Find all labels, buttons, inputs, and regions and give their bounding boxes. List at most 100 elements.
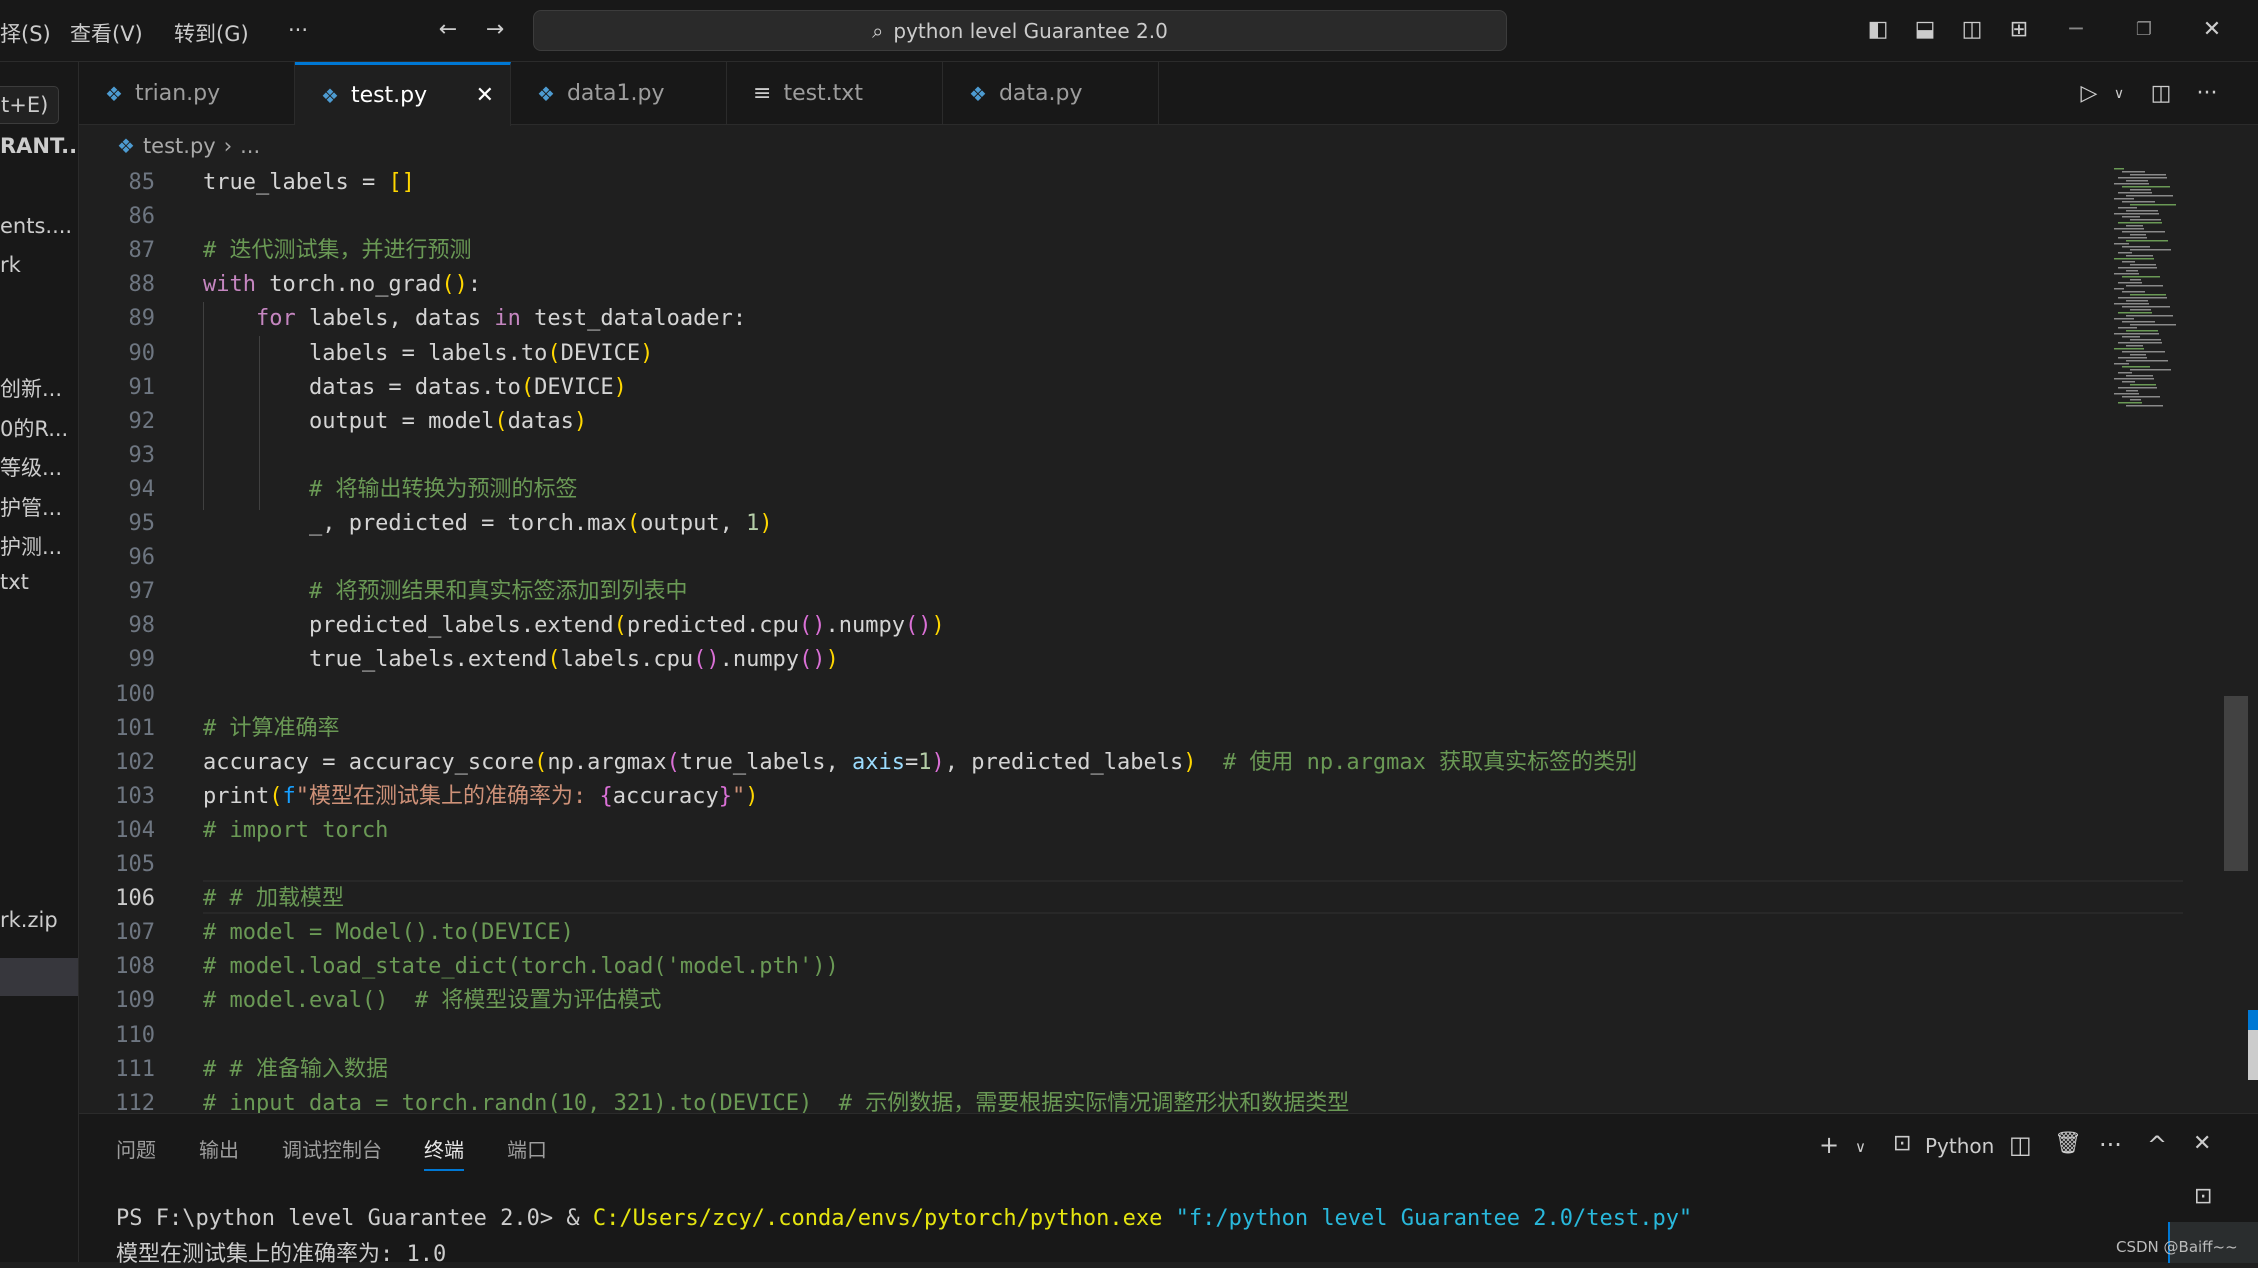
panel-tab-ports[interactable]: 端口 [507,1134,547,1163]
toggle-panel-icon[interactable]: ⬓ [1911,16,1939,44]
tab-trian-py[interactable]: ❖ trian.py [79,62,295,125]
code-line[interactable]: accuracy = accuracy_score(np.argmax(true… [203,746,1637,780]
sidebar-item[interactable]: 护管... [0,492,62,522]
code-line[interactable]: labels = labels.to(DEVICE) [203,337,653,371]
sidebar-item[interactable]: txt [0,570,29,594]
sidebar-item[interactable]: 创新... [0,373,62,403]
toggle-secondary-sidebar-icon[interactable]: ◫ [1958,16,1986,44]
code-line[interactable]: # 计算准确率 [203,712,340,746]
code-token: with [203,272,256,298]
terminal-command-line[interactable]: PS F:\python level Guarantee 2.0> & C:/U… [116,1206,1692,1231]
code-line[interactable]: # model.load_state_dict(torch.load('mode… [203,950,839,984]
tab-test-py[interactable]: ❖ test.py ✕ [295,62,511,126]
code-line[interactable]: # input_data = torch.randn(10, 321).to(D… [203,1087,1349,1113]
arrow-left-icon[interactable]: ← [434,16,462,44]
breadcrumb-file[interactable]: test.py [143,134,216,158]
code-token: () [693,647,720,673]
split-terminal-icon[interactable]: ◫ [2009,1131,2032,1159]
code-token: () [441,272,468,298]
chevron-down-icon[interactable]: ∨ [1855,1138,1866,1156]
code-line[interactable]: # # 准备输入数据 [203,1053,388,1087]
minimap-line [2122,171,2145,173]
code-line[interactable]: true_labels.extend(labels.cpu().numpy()) [203,643,839,677]
panel-tab-terminal[interactable]: 终端 [424,1134,464,1171]
code-line[interactable]: # # 加载模型 [203,882,344,916]
trash-icon[interactable]: 🗑 [2054,1131,2082,1156]
close-tab-icon[interactable]: ✕ [476,83,494,108]
sidebar-item[interactable]: rk.zip [0,908,58,932]
minimap-line [2122,396,2160,398]
minimize-icon[interactable]: ─ [2062,16,2090,44]
code-line[interactable]: # 迭代测试集，并进行预测 [203,234,472,268]
close-icon[interactable]: ✕ [2198,16,2226,44]
code-line[interactable]: with torch.no_grad(): [203,268,481,302]
menu-more[interactable]: ··· [288,18,308,42]
arrow-right-icon[interactable]: → [481,16,509,44]
code-token: # 将输出转换为预测的标签 [203,476,578,502]
code-token: { [599,783,613,809]
command-center-search[interactable]: ⌕ python level Guarantee 2.0 [533,10,1507,51]
minimap-line [2130,309,2151,311]
minimap-line [2130,204,2176,206]
tab-test-txt[interactable]: ≡ test.txt [727,62,943,125]
minimap-line [2122,231,2165,233]
minimap-line [2126,375,2153,377]
code-line[interactable]: # model = Model().to(DEVICE) [203,916,574,950]
panel-tab-problems[interactable]: 问题 [116,1134,156,1163]
sidebar-item[interactable]: 等级... [0,452,62,482]
new-terminal-icon[interactable]: + [1819,1131,1839,1159]
code-line[interactable]: for labels, datas in test_dataloader: [203,302,746,336]
panel-tab-output[interactable]: 输出 [199,1134,239,1163]
sidebar-item[interactable]: 护测... [0,531,62,561]
terminal-profile[interactable]: Python [1925,1134,1994,1158]
code-line[interactable]: # model.eval() # 将模型设置为评估模式 [203,984,661,1018]
code-line[interactable]: true_labels = [] [203,166,415,200]
customize-layout-icon[interactable]: ⊞ [2005,16,2033,44]
menu-view[interactable]: 查看(V) [70,18,143,48]
sidebar-selected-item[interactable] [0,958,78,996]
sidebar-item[interactable]: 0的R... [0,413,68,443]
code-token: () [799,613,826,639]
code-line[interactable]: _, predicted = torch.max(output, 1) [203,507,773,541]
sidebar-item[interactable]: rk [0,253,21,277]
chevron-down-icon[interactable]: ∨ [2105,80,2133,108]
panel-tab-debug-console[interactable]: 调试控制台 [282,1134,382,1163]
code-line[interactable]: predicted_labels.extend(predicted.cpu().… [203,609,945,643]
code-token: 1 [746,511,760,536]
code-editor[interactable]: 85 true_labels = [] 86 87 # 迭代测试集，并进行预测 88 wit… [79,166,2224,1113]
close-panel-icon[interactable]: ✕ [2193,1131,2211,1156]
sidebar-button[interactable]: t+E) [0,86,60,124]
split-editor-icon[interactable]: ◫ [2147,80,2175,108]
maximize-panel-icon[interactable]: ^ [2147,1131,2167,1159]
code-token: for [255,306,296,332]
menu-go[interactable]: 转到(G) [174,18,249,48]
code-token: : [467,272,482,298]
minimap[interactable] [2110,166,2224,416]
restore-icon[interactable]: ❐ [2130,16,2158,44]
more-actions-icon[interactable]: ··· [2193,80,2221,108]
code-line[interactable]: # 将输出转换为预测的标签 [203,473,578,507]
minimap-line [2126,270,2138,272]
line-number: 111 [115,1056,155,1082]
terminal-instance-icon[interactable]: ⊡ [2194,1184,2212,1209]
tab-data1-py[interactable]: ❖ data1.py [511,62,727,125]
toggle-sidebar-icon[interactable]: ◧ [1864,16,1892,44]
code-line[interactable]: print(f"模型在测试集上的准确率为: {accuracy}") [203,780,758,814]
sidebar-item[interactable]: ents.... [0,214,72,238]
text-file-icon: ≡ [753,81,772,106]
code-token: ) [931,613,945,639]
code-line[interactable]: # import torch [203,814,388,848]
code-line[interactable]: # 将预测结果和真实标签添加到列表中 [203,575,688,609]
editor-scrollbar[interactable] [2224,696,2248,871]
minimap-line [2118,237,2147,239]
breadcrumb-symbol[interactable]: ... [240,134,260,158]
code-line[interactable]: datas = datas.to(DEVICE) [203,371,627,405]
run-icon[interactable]: ▷ [2075,80,2103,108]
code-token: " [731,783,746,809]
menu-selection[interactable]: 择(S) [0,18,51,48]
line-number: 107 [115,920,155,946]
more-actions-icon[interactable]: ··· [2099,1131,2122,1159]
tab-data-py[interactable]: ❖ data.py [943,62,1159,125]
code-line[interactable]: output = model(datas) [203,405,587,439]
